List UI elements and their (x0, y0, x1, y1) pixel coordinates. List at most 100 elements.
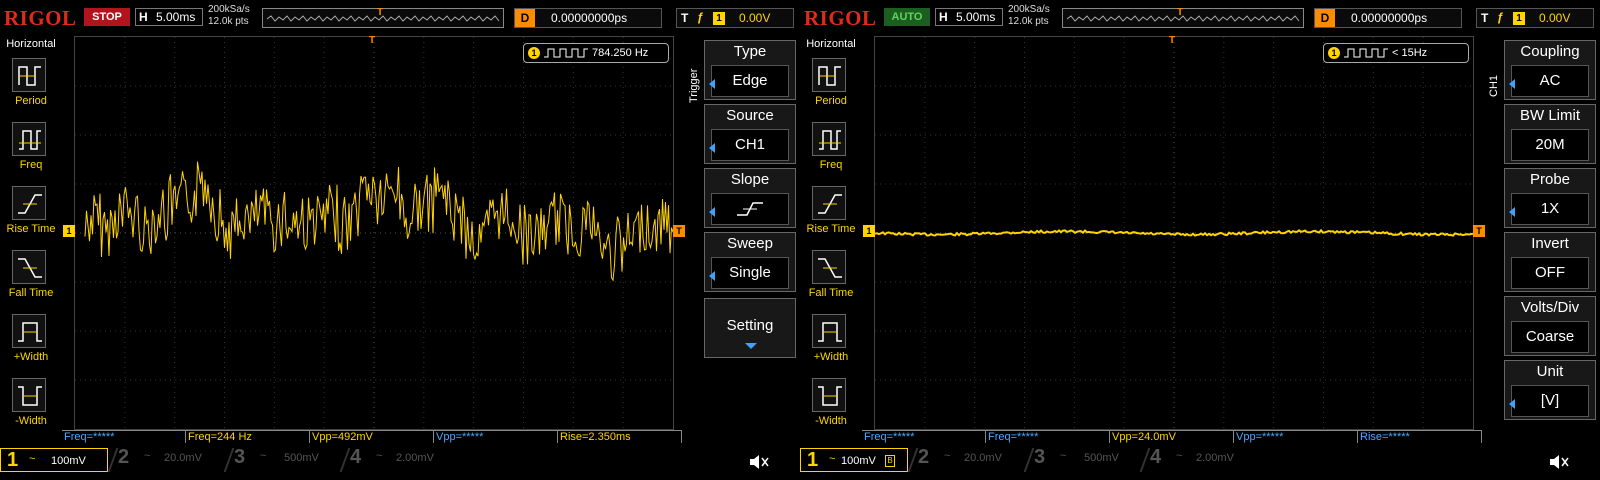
measure-neg-width-item[interactable]: -Width (800, 372, 862, 434)
waveform-plot[interactable]: T 1 T 1 < 15Hz (863, 35, 1485, 430)
rise-time-icon (12, 186, 46, 220)
coupling-key[interactable]: Coupling AC (1504, 40, 1596, 100)
channel-2-coupling: ~ (144, 450, 151, 462)
timebase-display[interactable]: H 5.00ms (135, 8, 203, 26)
trigger-display[interactable]: T ƒ 1 0.00V (1476, 8, 1594, 28)
trigger-sweep-key[interactable]: Sweep Single (704, 232, 796, 292)
trigger-time-marker: T (1169, 35, 1176, 46)
trigger-type-key[interactable]: Type Edge (704, 40, 796, 100)
measurement-item: Freq=***** (986, 430, 1110, 443)
delay-display[interactable]: D 0.00000000ps (1314, 8, 1462, 28)
measure-rise-time-label: Rise Time (6, 223, 56, 235)
select-arrow-icon (709, 143, 715, 153)
measure-freq-label: Freq (19, 159, 43, 171)
channel-1-coupling: ~ (29, 453, 36, 465)
measure-period-item[interactable]: Period (0, 52, 62, 114)
trigger-slope-key[interactable]: Slope (704, 168, 796, 228)
channel-1-selected[interactable]: 1 ~ 100mV B (800, 448, 908, 472)
channel-4-number: 4 (350, 446, 362, 468)
counter-channel: 1 (528, 47, 540, 59)
channel-2-indicator[interactable]: 2 ~ 20.0mV (116, 446, 228, 474)
unit-value: [V] (1511, 385, 1589, 417)
waveform-plot[interactable]: T 1 T 1 784.250 Hz (63, 35, 685, 430)
speaker-muted-icon[interactable] (1548, 452, 1570, 472)
channel-1-scale: 100mV (841, 455, 876, 467)
horizontal-measure-menu: Horizontal Period Freq Rise Time Fall Ti… (800, 36, 862, 430)
square-wave-icon (544, 48, 588, 58)
measure-freq-item[interactable]: Freq (800, 116, 862, 178)
submenu-down-icon (745, 343, 757, 349)
measurement-item: Vpp=***** (434, 430, 558, 443)
bw-limit-key[interactable]: BW Limit 20M (1504, 104, 1596, 164)
measurement-row: Freq=***** Freq=244 Hz Vpp=492mV Vpp=***… (62, 430, 686, 444)
measure-period-item[interactable]: Period (800, 52, 862, 114)
invert-title: Invert (1531, 235, 1569, 252)
freq-icon (12, 122, 46, 156)
select-arrow-icon (709, 79, 715, 89)
timebase-display[interactable]: H 5.00ms (935, 8, 1003, 26)
channel-3-indicator[interactable]: 3 ~ 500mV (232, 446, 344, 474)
ch1-offset-marker[interactable]: 1 (863, 225, 875, 237)
channel-3-coupling: ~ (1060, 450, 1067, 462)
status-bar: RIGOL STOP H 5.00ms 200kSa/s 12.0k pts T… (0, 0, 800, 36)
channel-2-number: 2 (918, 446, 930, 468)
measure-rise-time-item[interactable]: Rise Time (800, 180, 862, 242)
select-arrow-icon (1509, 399, 1515, 409)
trigger-time-marker: T (369, 35, 376, 46)
probe-key[interactable]: Probe 1X (1504, 168, 1596, 228)
speaker-muted-icon[interactable] (748, 452, 770, 472)
counter-value: 784.250 Hz (592, 47, 649, 59)
timebase-value: 5.00ms (156, 10, 196, 24)
channel-1-selected[interactable]: 1 ~ 100mV (0, 448, 108, 472)
trigger-label: T (681, 11, 689, 25)
bw-limit-title: BW Limit (1520, 107, 1580, 124)
channel-2-indicator[interactable]: 2 ~ 20.0mV (916, 446, 1028, 474)
delay-display[interactable]: D 0.00000000ps (514, 8, 662, 28)
measure-freq-item[interactable]: Freq (0, 116, 62, 178)
trigger-channel: 1 (713, 12, 725, 25)
trigger-display[interactable]: T ƒ 1 0.00V (676, 8, 794, 28)
channel-3-indicator[interactable]: 3 ~ 500mV (1032, 446, 1144, 474)
measure-pos-width-item[interactable]: +Width (0, 308, 62, 370)
volts-div-key[interactable]: Volts/Div Coarse (1504, 296, 1596, 356)
channel-4-scale: 2.00mV (1196, 452, 1234, 464)
measure-rise-time-label: Rise Time (806, 223, 856, 235)
square-wave-icon (1344, 48, 1388, 58)
measure-pos-width-item[interactable]: +Width (800, 308, 862, 370)
measure-fall-time-item[interactable]: Fall Time (800, 244, 862, 306)
run-state-badge[interactable]: AUTO (884, 8, 930, 26)
ch1-offset-marker[interactable]: 1 (63, 225, 75, 237)
horizontal-menu-title: Horizontal (806, 38, 856, 50)
trigger-setting-key[interactable]: Setting (704, 298, 796, 358)
ch1-trace-line (875, 228, 1473, 237)
trigger-position-marker: T (1177, 7, 1184, 18)
measure-neg-width-item[interactable]: -Width (0, 372, 62, 434)
run-state-badge[interactable]: STOP (84, 8, 130, 26)
trigger-source-key[interactable]: Source CH1 (704, 104, 796, 164)
select-arrow-icon (1509, 79, 1515, 89)
measure-period-label: Period (15, 95, 47, 107)
channel-4-coupling: ~ (376, 450, 383, 462)
trigger-source-value: CH1 (711, 129, 789, 161)
channel-2-scale: 20.0mV (164, 452, 202, 464)
channel-bar: 1 ~ 100mV 2 ~ 20.0mV 3 ~ 500mV 4 ~ 2.00m… (0, 446, 800, 480)
ch1-waveform-trace (875, 228, 1473, 237)
trigger-level-marker[interactable]: T (673, 225, 685, 237)
trigger-setting-title: Setting (726, 317, 774, 334)
memory-depth: 12.0k pts (208, 16, 249, 27)
measure-fall-time-item[interactable]: Fall Time (0, 244, 62, 306)
invert-key[interactable]: Invert OFF (1504, 232, 1596, 292)
select-arrow-icon (709, 207, 715, 217)
neg-width-icon (12, 378, 46, 412)
memory-overview-wave (266, 15, 500, 22)
measure-rise-time-item[interactable]: Rise Time (0, 180, 62, 242)
channel-4-indicator[interactable]: 4 ~ 2.00mV (1148, 446, 1260, 474)
trigger-level-marker[interactable]: T (1473, 225, 1485, 237)
unit-key[interactable]: Unit [V] (1504, 360, 1596, 420)
horizontal-measure-menu: Horizontal Period Freq Rise Time Fall Ti… (0, 36, 62, 430)
sample-rate: 200kSa/s (208, 4, 250, 15)
memory-overview: T (1062, 7, 1304, 28)
ch1-softkey-menu: CH1 Coupling AC BW Limit 20M Probe 1X In… (1488, 36, 1600, 430)
coupling-value: AC (1511, 65, 1589, 97)
channel-4-indicator[interactable]: 4 ~ 2.00mV (348, 446, 460, 474)
